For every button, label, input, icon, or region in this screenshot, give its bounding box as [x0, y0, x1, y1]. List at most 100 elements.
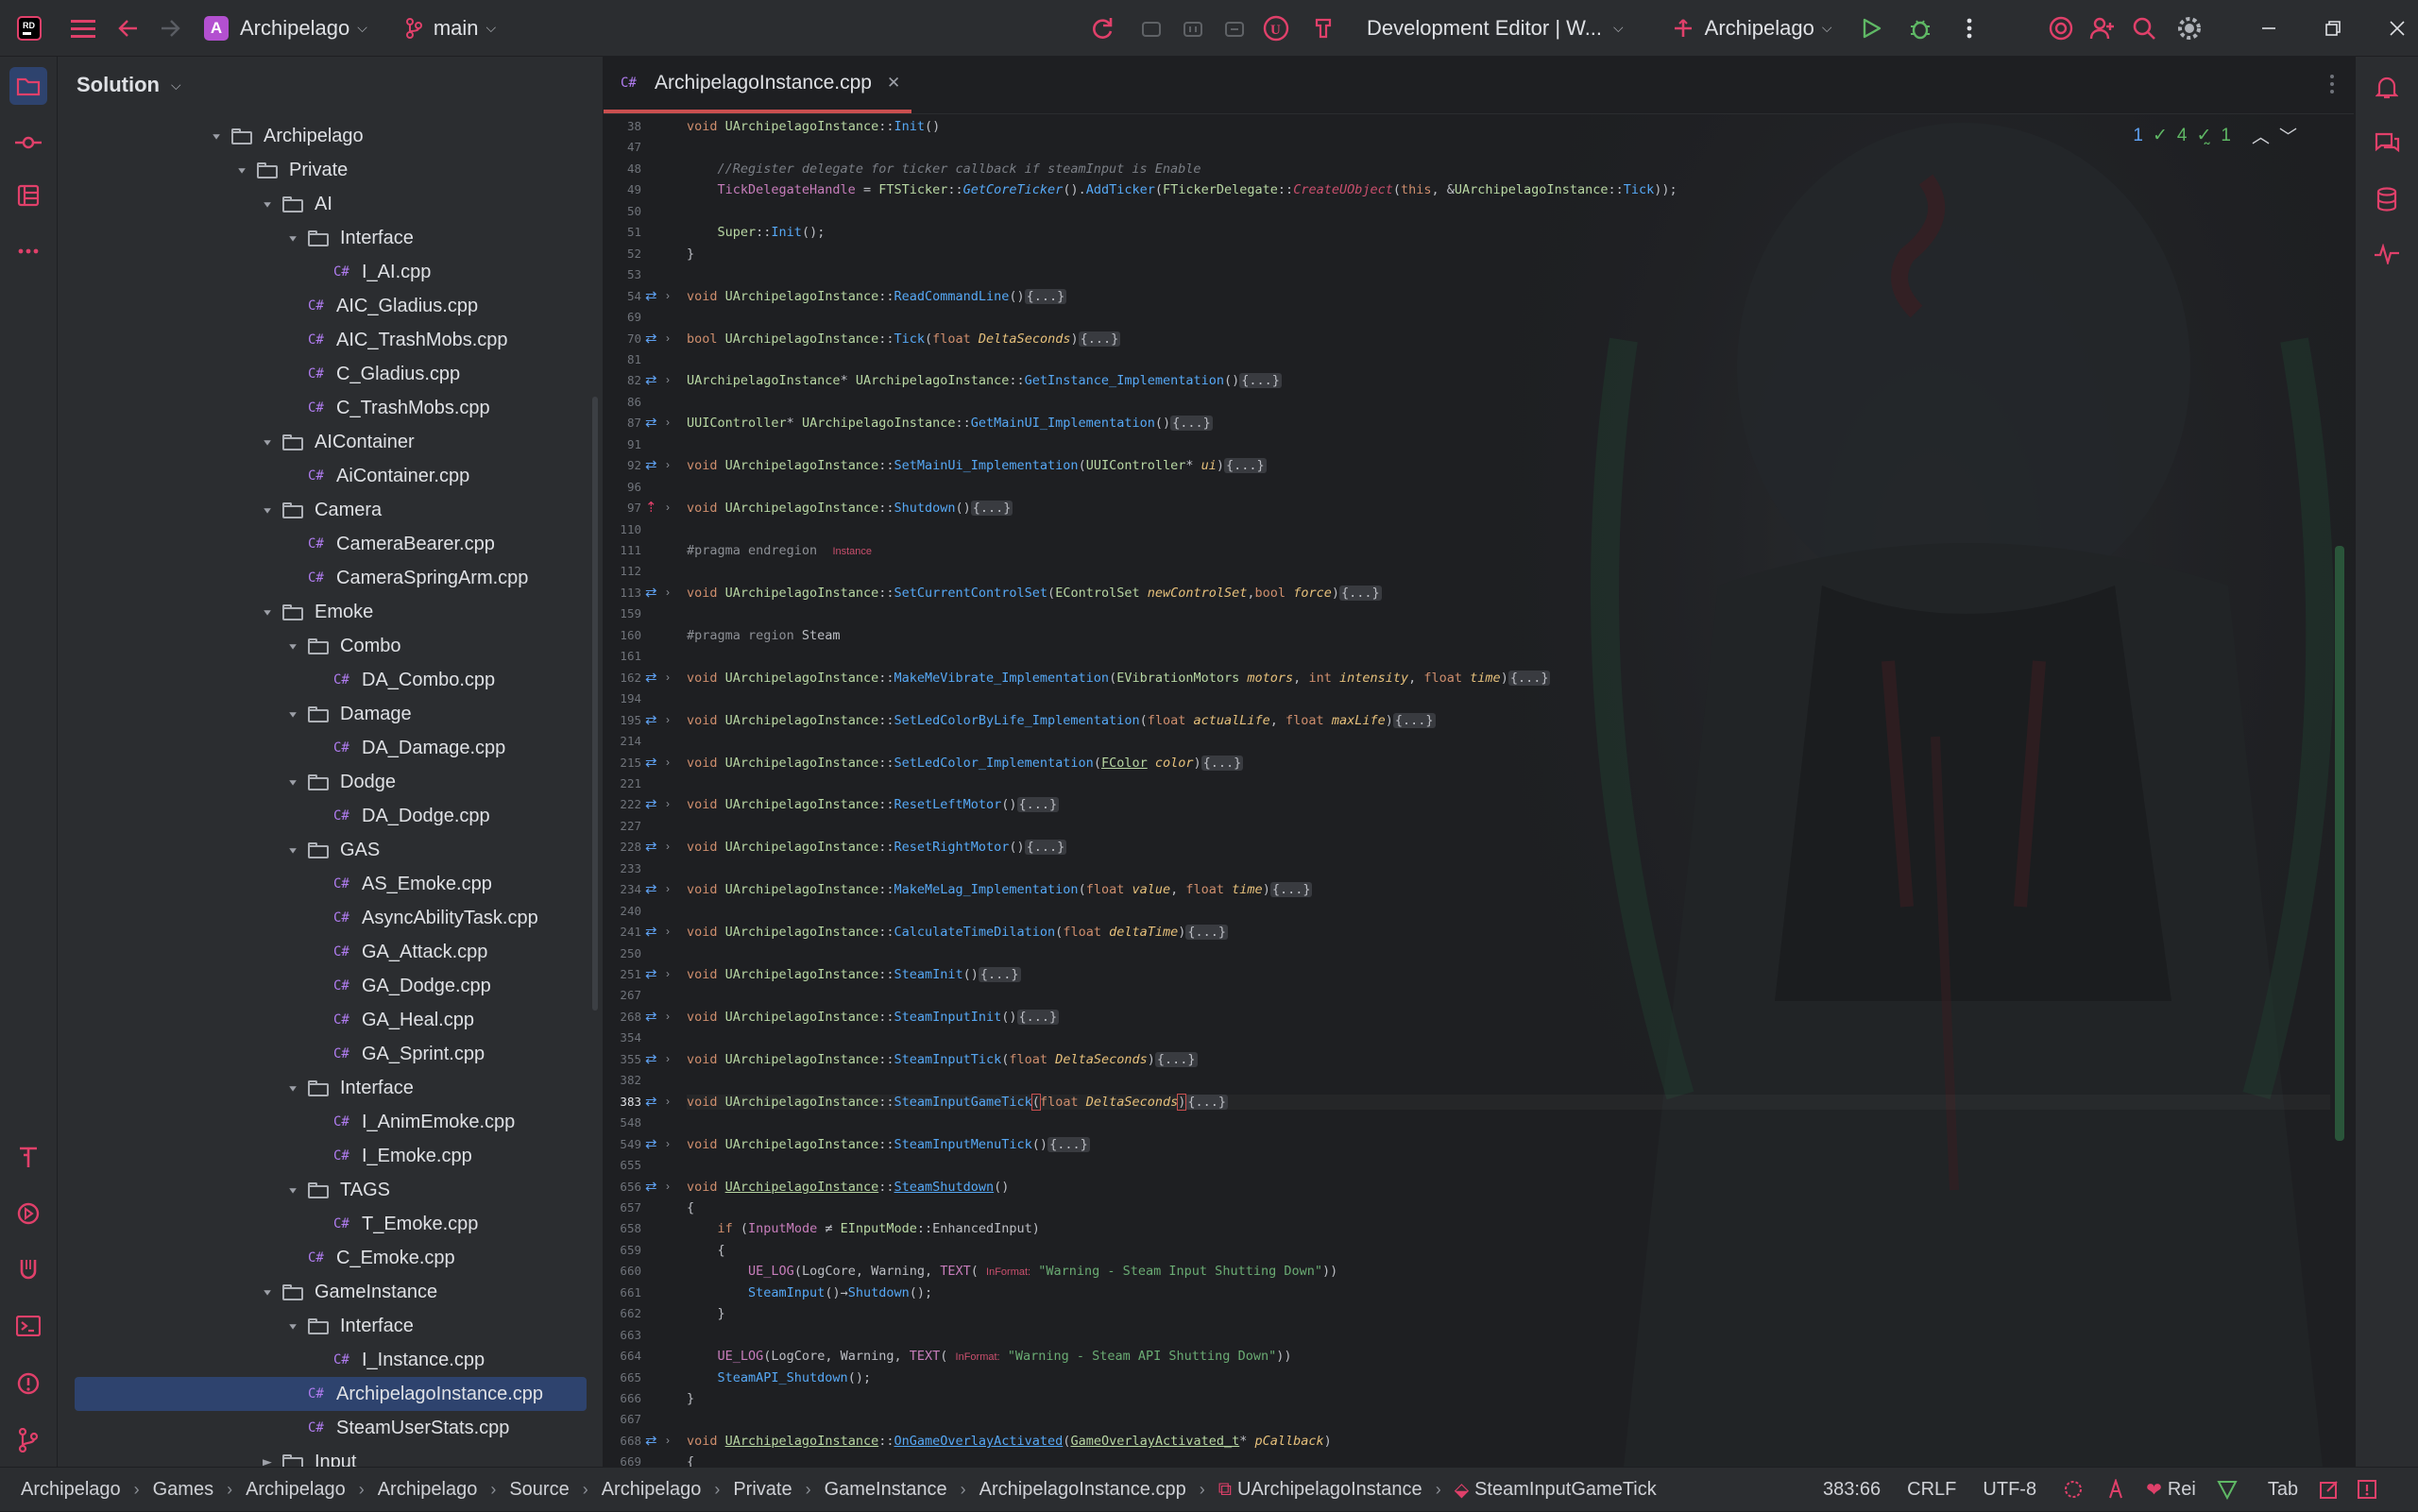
code-line[interactable]: #pragma region Steam — [687, 628, 841, 643]
tree-file[interactable]: C# GA_Heal.cpp — [58, 1003, 603, 1037]
fold-chevron-icon[interactable]: › — [666, 797, 670, 810]
more-actions-icon[interactable] — [1949, 8, 1990, 49]
debug-icon[interactable] — [1899, 8, 1941, 49]
power-save-icon[interactable] — [2106, 1479, 2125, 1500]
edit-lock-icon[interactable] — [2319, 1479, 2340, 1500]
line-ending[interactable]: CRLF — [1907, 1479, 1956, 1501]
implementation-swap-icon[interactable]: ⇄ — [645, 965, 657, 982]
chevron-down-icon[interactable]: ▼ — [207, 131, 226, 142]
code-line[interactable]: UE_LOG(LogCore, Warning, TEXT( InFormat:… — [687, 1264, 1337, 1279]
user-name[interactable]: Rei — [2168, 1479, 2196, 1501]
code-line[interactable]: void UArchipelagoInstance::MakeMeLag_Imp… — [687, 882, 1313, 897]
fold-chevron-icon[interactable]: › — [666, 882, 670, 895]
profiler-icon[interactable] — [2368, 235, 2406, 273]
readonly-toggle-icon[interactable] — [2063, 1479, 2084, 1500]
tab-archipelagoinstance-cpp[interactable]: C# ArchipelagoInstance.cpp ✕ — [604, 57, 911, 113]
code-line[interactable]: //Register delegate for ticker callback … — [687, 161, 1201, 177]
restore-window-icon[interactable] — [2312, 8, 2354, 49]
code-line[interactable]: void UArchipelagoInstance::MakeMeVibrate… — [687, 671, 1551, 686]
implementation-swap-icon[interactable]: ⇄ — [645, 371, 657, 388]
chevron-down-icon[interactable]: ▼ — [258, 607, 277, 618]
run-icon[interactable] — [1850, 8, 1892, 49]
fold-chevron-icon[interactable]: › — [666, 840, 670, 853]
code-line[interactable]: void UArchipelagoInstance::OnGameOverlay… — [687, 1434, 1332, 1449]
tree-file[interactable]: C# GA_Sprint.cpp — [58, 1037, 603, 1071]
search-icon[interactable] — [2123, 8, 2165, 49]
indent-setting[interactable]: Tab — [2268, 1479, 2298, 1501]
tree-file[interactable]: C# AsyncAbilityTask.cpp — [58, 901, 603, 935]
clean-icon[interactable] — [1214, 8, 1255, 49]
tree-file[interactable]: C# DA_Combo.cpp — [58, 663, 603, 697]
implementation-swap-icon[interactable]: ⇄ — [645, 880, 657, 897]
tree-file[interactable]: C# I_Instance.cpp — [58, 1343, 603, 1377]
code-line[interactable]: { — [687, 1243, 725, 1258]
commit-icon[interactable] — [9, 124, 47, 161]
fold-chevron-icon[interactable]: › — [666, 671, 670, 684]
unreal-tools-icon[interactable] — [1304, 8, 1346, 49]
chevron-down-icon[interactable]: ▼ — [258, 437, 277, 448]
code-line[interactable]: void UArchipelagoInstance::SetMainUi_Imp… — [687, 458, 1267, 473]
git-icon[interactable] — [9, 1421, 47, 1459]
code-line[interactable]: void UArchipelagoInstance::SteamShutdown… — [687, 1180, 1009, 1195]
code-line[interactable]: Super::Init(); — [687, 225, 826, 240]
code-line[interactable]: #pragma endregion Instance — [687, 543, 872, 558]
tree-file[interactable]: C# DA_Dodge.cpp — [58, 799, 603, 833]
code-line[interactable]: UArchipelagoInstance* UArchipelagoInstan… — [687, 373, 1282, 388]
editor-scrollbar[interactable] — [2335, 546, 2344, 1141]
implementation-swap-icon[interactable]: ⇄ — [645, 1432, 657, 1449]
tree-file[interactable]: C# DA_Damage.cpp — [58, 731, 603, 765]
tree-folder[interactable]: ▼ AI — [58, 187, 603, 221]
tree-file[interactable]: C# I_AI.cpp — [58, 255, 603, 289]
tree-scrollbar[interactable] — [592, 397, 598, 1011]
code-line[interactable]: void UArchipelagoInstance::ResetLeftMoto… — [687, 797, 1060, 812]
database-icon[interactable] — [2368, 180, 2406, 218]
implementation-swap-icon[interactable]: ⇄ — [645, 923, 657, 940]
implementation-swap-icon[interactable]: ⇄ — [645, 414, 657, 431]
configuration-selector[interactable]: Development Editor | W... ⌵ — [1367, 0, 1624, 57]
more-tools-icon[interactable] — [9, 232, 47, 270]
structure-icon[interactable] — [9, 177, 47, 214]
code-line[interactable]: } — [687, 1306, 725, 1321]
breadcrumb-item[interactable]: Archipelago — [246, 1479, 346, 1501]
code-line[interactable]: UUIController* UArchipelagoInstance::Get… — [687, 416, 1213, 431]
inspection-widget[interactable]: 1 ✓ 4 ✓̰ 1 ︿ ﹀ — [2133, 123, 2297, 148]
tree-file[interactable]: C# C_Emoke.cpp — [58, 1241, 603, 1275]
code-line[interactable]: void UArchipelagoInstance::SteamInputIni… — [687, 1010, 1060, 1025]
tree-folder[interactable]: ▼ Combo — [58, 629, 603, 663]
breadcrumb-item[interactable]: ArchipelagoInstance.cpp — [979, 1479, 1186, 1501]
fold-chevron-icon[interactable]: › — [666, 1010, 670, 1023]
tree-file[interactable]: C# SteamUserStats.cpp — [58, 1411, 603, 1445]
fold-chevron-icon[interactable]: › — [666, 925, 670, 938]
implementation-swap-icon[interactable]: ⇄ — [645, 1008, 657, 1025]
fold-chevron-icon[interactable]: › — [666, 373, 670, 386]
fold-chevron-icon[interactable]: › — [666, 289, 670, 302]
tree-folder[interactable]: ▼ Private — [58, 153, 603, 187]
tree-file[interactable]: C# AIC_TrashMobs.cpp — [58, 323, 603, 357]
tree-file[interactable]: C# C_TrashMobs.cpp — [58, 391, 603, 425]
fold-chevron-icon[interactable]: › — [666, 1180, 670, 1193]
fold-chevron-icon[interactable]: › — [666, 416, 670, 429]
forward-arrow-icon[interactable] — [149, 8, 191, 49]
close-window-icon[interactable] — [2376, 8, 2418, 49]
unreal-engine-icon[interactable]: U — [1255, 8, 1297, 49]
unreal-blueprints-icon[interactable] — [9, 1250, 47, 1288]
chevron-down-icon[interactable]: ▼ — [258, 1287, 277, 1298]
code-line[interactable]: void UArchipelagoInstance::ReadCommandLi… — [687, 289, 1067, 304]
rebuild-icon[interactable] — [1172, 8, 1214, 49]
chevron-down-icon[interactable]: ▼ — [283, 641, 302, 652]
tree-folder[interactable]: ▼ GameInstance — [58, 1275, 603, 1309]
fold-chevron-icon[interactable]: › — [666, 1137, 670, 1150]
code-line[interactable]: void UArchipelagoInstance::SetLedColor_I… — [687, 756, 1244, 771]
breadcrumb-item[interactable]: Source — [509, 1479, 569, 1501]
tree-file[interactable]: C# I_AnimEmoke.cpp — [58, 1105, 603, 1139]
code-line[interactable]: TickDelegateHandle = FTSTicker::GetCoreT… — [687, 182, 1677, 197]
tree-folder[interactable]: ▼ Emoke — [58, 595, 603, 629]
tree-folder[interactable]: ▼ GAS — [58, 833, 603, 867]
main-menu-icon[interactable] — [62, 8, 104, 49]
tree-file[interactable]: C# ArchipelagoInstance.cpp — [75, 1377, 587, 1411]
add-user-icon[interactable] — [2082, 8, 2123, 49]
minimize-window-icon[interactable] — [2248, 8, 2290, 49]
tree-folder[interactable]: ▶ Input — [58, 1445, 603, 1467]
notifications-bell-icon[interactable] — [2368, 69, 2406, 107]
chevron-right-icon[interactable]: ▶ — [258, 1456, 277, 1467]
